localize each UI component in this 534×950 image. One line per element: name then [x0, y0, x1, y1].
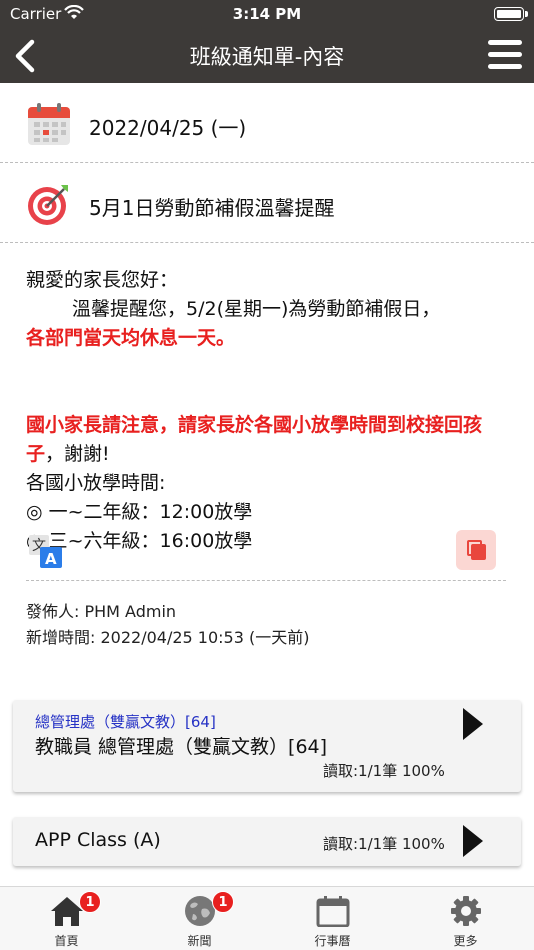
- recipient-name: 教職員 總管理處（雙贏文教）[64]: [35, 736, 328, 758]
- tab-label: 首頁: [54, 934, 79, 948]
- gear-icon: [450, 896, 481, 926]
- notification-badge: 1: [212, 891, 234, 913]
- recipient-tag: 總管理處（雙贏文教）[64]: [35, 713, 216, 731]
- battery-icon: [494, 7, 528, 21]
- menu-button[interactable]: [488, 40, 522, 70]
- greeting-text: 親愛的家長您好：: [26, 269, 179, 291]
- tab-label: 更多: [453, 934, 478, 948]
- status-bar: Carrier 3:14 PM: [0, 0, 534, 28]
- tab-more[interactable]: 更多: [399, 887, 532, 950]
- schedule-item: ◎ 一~二年級：12:00放學: [26, 501, 253, 523]
- tab-home[interactable]: 1 首頁: [0, 887, 133, 950]
- recipient-card[interactable]: APP Class (A) 讀取:1/1筆 100%: [13, 817, 521, 866]
- play-arrow-icon[interactable]: [463, 825, 483, 857]
- calendar-icon: [316, 896, 349, 927]
- notice-body: 親愛的家長您好： 溫馨提醒您，5/2(星期一)為勞動節補假日， 各部門當天均休息…: [26, 266, 516, 556]
- tab-label: 新聞: [187, 934, 212, 948]
- publisher-text: 發佈人: PHM Admin: [26, 602, 177, 621]
- svg-text:A: A: [45, 550, 57, 568]
- divider: [26, 580, 506, 581]
- page-title: 班級通知單-內容: [189, 45, 345, 69]
- recipient-name: APP Class (A): [35, 829, 161, 851]
- body-line: 溫馨提醒您，5/2(星期一)為勞動節補假日，: [72, 298, 441, 320]
- recipient-card[interactable]: 總管理處（雙贏文教）[64] 教職員 總管理處（雙贏文教）[64] 讀取:1/1…: [13, 700, 521, 792]
- tab-bar: 1 首頁 1 新聞 行事曆 更多: [0, 886, 534, 950]
- created-time: 新增時間: 2022/04/25 10:53 (一天前): [26, 628, 310, 647]
- calendar-icon: [28, 103, 70, 145]
- tab-news[interactable]: 1 新聞: [133, 887, 266, 950]
- thanks-text: ，謝謝!: [45, 443, 110, 465]
- schedule-title: 各國小放學時間:: [26, 472, 166, 494]
- read-status: 讀取:1/1筆 100%: [323, 762, 445, 780]
- navigation-bar: 班級通知單-內容: [0, 28, 534, 83]
- body-paragraph: 國小家長請注意，請家長於各國小放學時間到校接回孩子，謝謝!: [26, 411, 516, 469]
- copy-button[interactable]: [456, 530, 496, 570]
- highlight-text: 各部門當天均休息一天。: [26, 327, 236, 349]
- clock: 3:14 PM: [232, 5, 302, 23]
- play-arrow-icon[interactable]: [463, 708, 483, 740]
- read-status: 讀取:1/1筆 100%: [323, 835, 445, 853]
- notice-subject: 5月1日勞動節補假溫馨提醒: [89, 196, 335, 220]
- notice-subject-row: 5月1日勞動節補假溫馨提醒: [0, 163, 534, 243]
- notice-date-row: 2022/04/25 (一): [0, 83, 534, 163]
- tab-calendar[interactable]: 行事曆: [266, 887, 399, 950]
- translate-icon[interactable]: 文 A: [28, 534, 64, 570]
- notice-date: 2022/04/25 (一): [89, 116, 247, 140]
- schedule-item: ◎ 三~六年級：16:00放學: [26, 530, 253, 552]
- tab-label: 行事曆: [314, 934, 351, 948]
- target-icon: [28, 185, 68, 225]
- notification-badge: 1: [79, 891, 101, 913]
